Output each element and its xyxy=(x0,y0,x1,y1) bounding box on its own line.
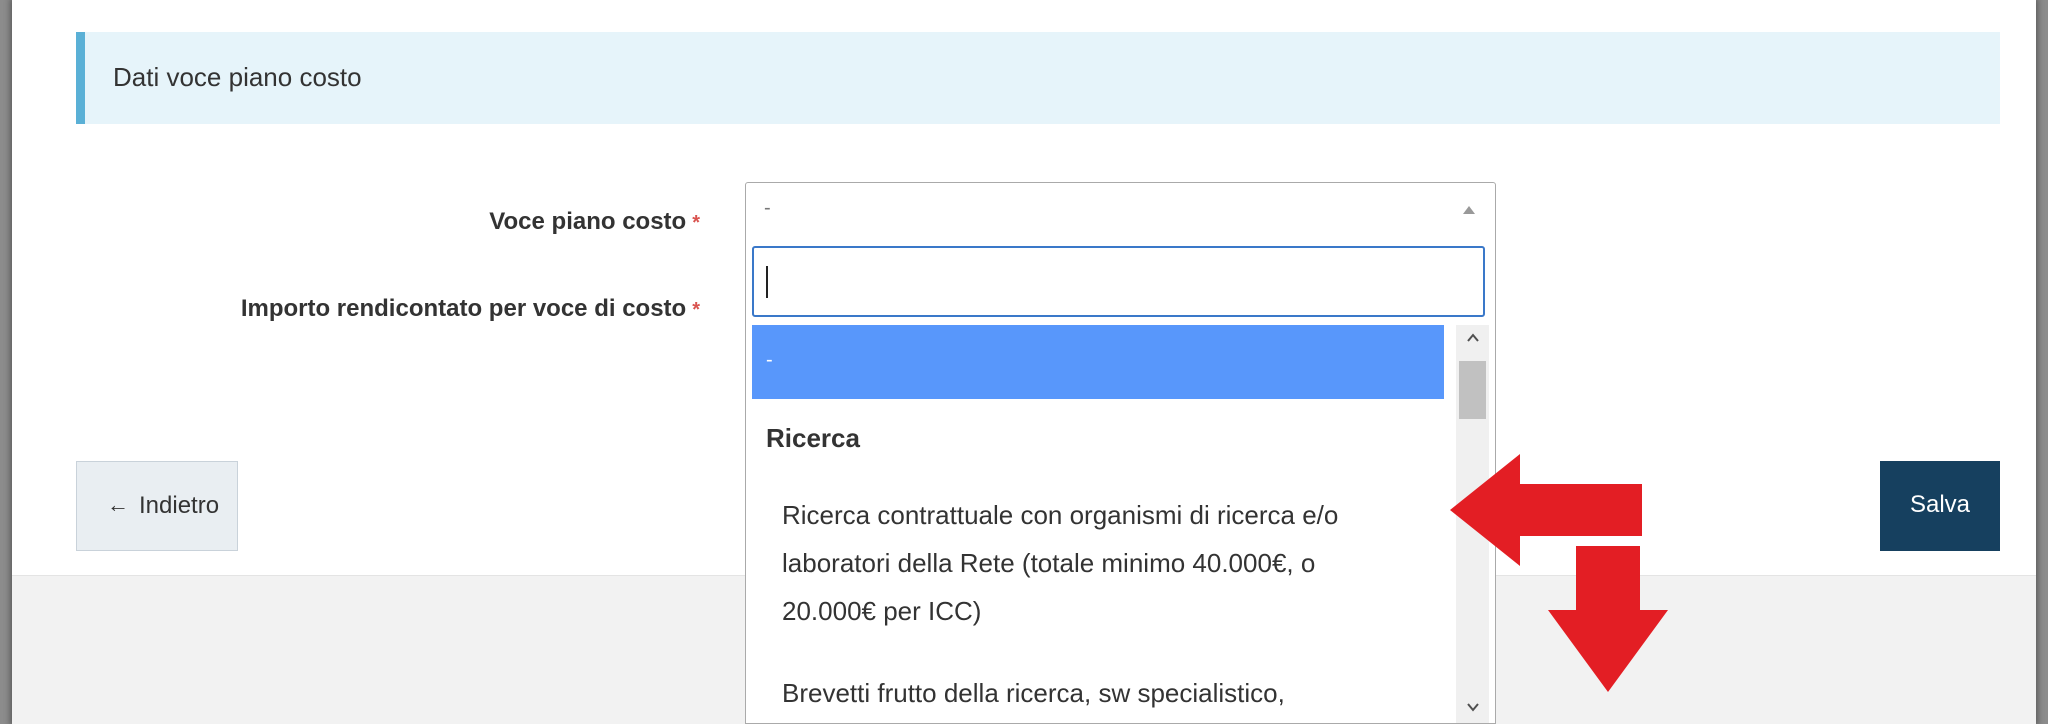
caret-up-icon xyxy=(1463,206,1475,214)
select-current-value: - xyxy=(764,197,771,219)
options-list: - Ricerca Ricerca contrattuale con organ… xyxy=(752,325,1444,723)
back-button-label: Indietro xyxy=(139,492,220,519)
scroll-down-icon[interactable] xyxy=(1456,694,1489,723)
option-group-ricerca: Ricerca xyxy=(766,423,860,453)
select-dropdown: - Ricerca Ricerca contrattuale con organ… xyxy=(745,237,1496,724)
option-ricerca-contrattuale[interactable]: Ricerca contrattuale con organismi di ri… xyxy=(782,491,1412,635)
option-label: - xyxy=(766,349,773,371)
arrow-left-icon: ← xyxy=(107,492,129,517)
scrollbar-thumb[interactable] xyxy=(1459,361,1486,419)
save-button[interactable]: Salva xyxy=(1880,461,2000,551)
text-cursor xyxy=(766,266,768,298)
dropdown-search-input[interactable] xyxy=(752,246,1485,317)
required-marker: * xyxy=(692,212,700,234)
save-button-label: Salva xyxy=(1909,491,1971,518)
annotation-arrow-down-icon xyxy=(1548,546,1668,692)
page-frame: Dati voce piano costo Voce piano costo * … xyxy=(12,0,2036,724)
back-button[interactable]: ← Indietro xyxy=(76,461,238,551)
voce-piano-costo-label: Voce piano costo * xyxy=(489,208,700,236)
section-header: Dati voce piano costo xyxy=(76,32,2000,124)
importo-label-text: Importo rendicontato per voce di costo xyxy=(240,295,687,322)
importo-rendicontato-label: Importo rendicontato per voce di costo * xyxy=(241,295,700,323)
option-empty-highlighted[interactable]: - xyxy=(752,325,1444,399)
option-brevetti[interactable]: Brevetti frutto della ricerca, sw specia… xyxy=(782,669,1412,717)
scroll-up-icon[interactable] xyxy=(1456,325,1489,355)
voce-piano-costo-select[interactable]: - xyxy=(745,182,1496,238)
required-marker: * xyxy=(692,299,700,321)
section-title: Dati voce piano costo xyxy=(113,62,362,92)
voce-label-text: Voce piano costo xyxy=(489,208,687,235)
